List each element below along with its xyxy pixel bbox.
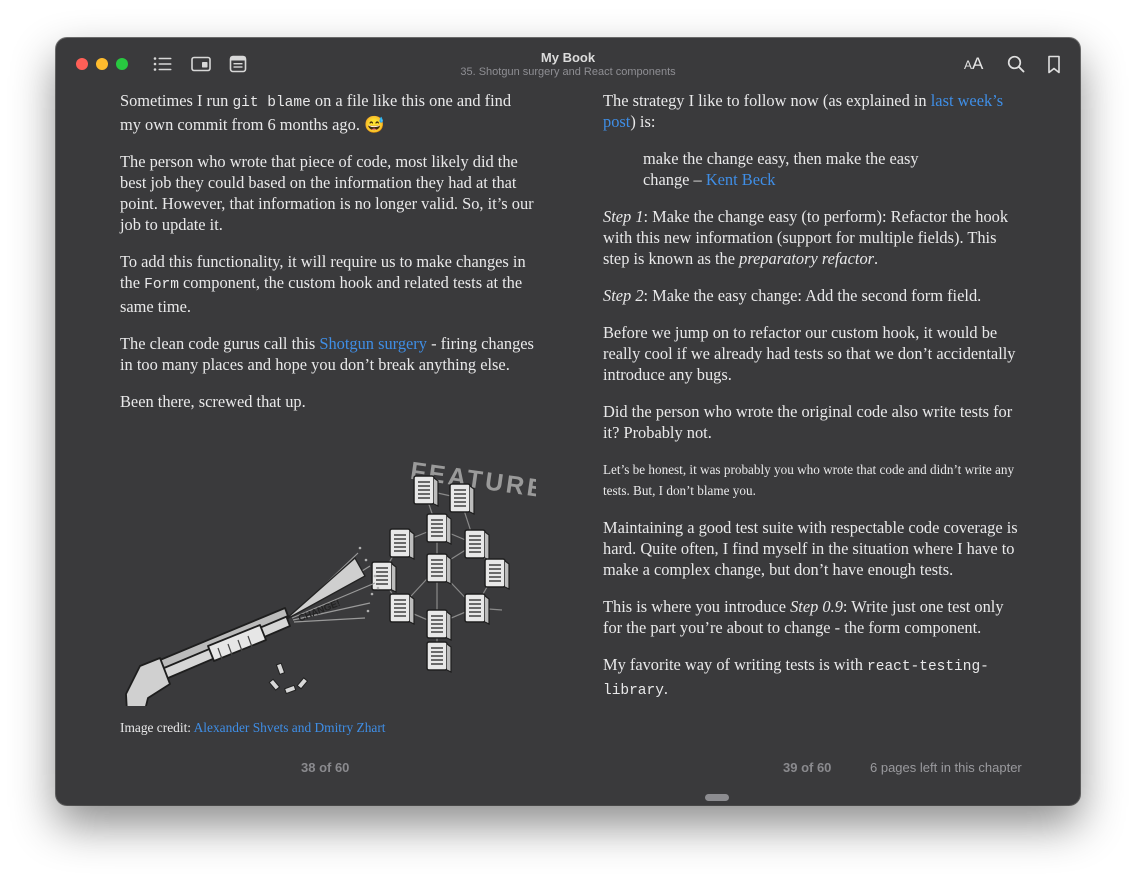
server-node (464, 593, 490, 625)
paragraph: Been there, screwed that up. (120, 392, 306, 411)
server-node (389, 593, 415, 625)
text: . (663, 679, 669, 698)
server-node (389, 528, 415, 560)
server-node (484, 558, 510, 590)
paragraph: Did the person who wrote the original co… (603, 402, 1013, 442)
window-titles: My Book 35. Shotgun surgery and React co… (56, 50, 1080, 79)
aside-paragraph: Let’s be honest, it was probably you who… (603, 462, 1015, 498)
chapter-title: 35. Shotgun surgery and React components (460, 66, 676, 78)
image-credit-link[interactable]: Alexander Shvets and Dmitry Zhart (194, 720, 386, 735)
right-page-number: 39 of 60 (783, 760, 832, 775)
title-bar: My Book 35. Shotgun surgery and React co… (56, 38, 1080, 86)
text: The strategy I like to follow now (as ex… (603, 91, 931, 110)
inline-code: Form (144, 277, 179, 293)
server-node (464, 529, 490, 561)
paragraph: Step 1: Make the change easy (to perform… (603, 206, 1021, 269)
text: . (874, 249, 879, 268)
paragraph: Maintaining a good test suite with respe… (603, 518, 1018, 579)
server-node (426, 609, 452, 641)
right-page: The strategy I like to follow now (as ex… (603, 90, 1021, 718)
paragraph: The strategy I like to follow now (as ex… (603, 90, 1021, 132)
server-node (426, 513, 452, 545)
credit-label: Image credit: (120, 720, 194, 735)
books-window: My Book 35. Shotgun surgery and React co… (56, 38, 1080, 805)
step-label: Step 2 (603, 286, 644, 305)
shotgun-surgery-link[interactable]: Shotgun surgery (319, 334, 427, 353)
text: make the change easy, then make the easy… (643, 149, 919, 189)
paragraph: The clean code gurus call this Shotgun s… (120, 333, 536, 375)
server-node (413, 475, 439, 507)
text-size-icon[interactable]: AA (964, 54, 983, 74)
paragraph: Before we jump on to refactor our custom… (603, 323, 1016, 384)
text: : Make the easy change: Add the second f… (643, 286, 982, 305)
text: Sometimes I run (120, 91, 233, 110)
page-scrubber-handle[interactable] (705, 794, 729, 801)
book-title: My Book (540, 50, 596, 65)
server-node (426, 641, 452, 673)
emphasis: Step 0.9 (790, 597, 843, 616)
server-node (449, 483, 475, 515)
text: component, the custom hook and related t… (120, 273, 523, 316)
paragraph: Step 2: Make the easy change: Add the se… (603, 285, 1021, 306)
bookmark-icon[interactable] (1043, 53, 1065, 75)
server-node (426, 553, 452, 585)
paragraph: My favorite way of writing tests is with… (603, 654, 1003, 702)
paragraph: To add this functionality, it will requi… (120, 251, 536, 317)
emphasis: preparatory refactor (739, 249, 875, 268)
paragraph: This is where you introduce Step 0.9: Wr… (603, 596, 1021, 638)
search-icon[interactable] (1005, 53, 1027, 75)
left-page: Sometimes I run git blame on a file like… (120, 90, 536, 428)
paragraph: Sometimes I run git blame on a file like… (120, 90, 536, 135)
small-a-glyph: A (964, 58, 973, 72)
kent-beck-link[interactable]: Kent Beck (706, 170, 776, 189)
text: ) is: (630, 112, 656, 131)
step-label: Step 1 (603, 207, 644, 226)
blockquote: make the change easy, then make the easy… (643, 148, 943, 190)
big-a-glyph: A (972, 54, 984, 73)
text: This is where you introduce (603, 597, 791, 616)
text: The clean code gurus call this (120, 334, 320, 353)
inline-code: git blame (232, 95, 311, 111)
paragraph: The person who wrote that piece of code,… (120, 152, 534, 234)
pages-left-in-chapter: 6 pages left in this chapter (870, 760, 1022, 775)
left-page-number: 38 of 60 (301, 760, 350, 775)
text: My favorite way of writing tests is with (603, 655, 868, 674)
grinning-sweat-emoji: 😅 (364, 115, 385, 134)
shotgun-feature-illustration: FEATURE CHANGE! (125, 457, 536, 706)
image-credit: Image credit: Alexander Shvets and Dmitr… (120, 720, 386, 736)
